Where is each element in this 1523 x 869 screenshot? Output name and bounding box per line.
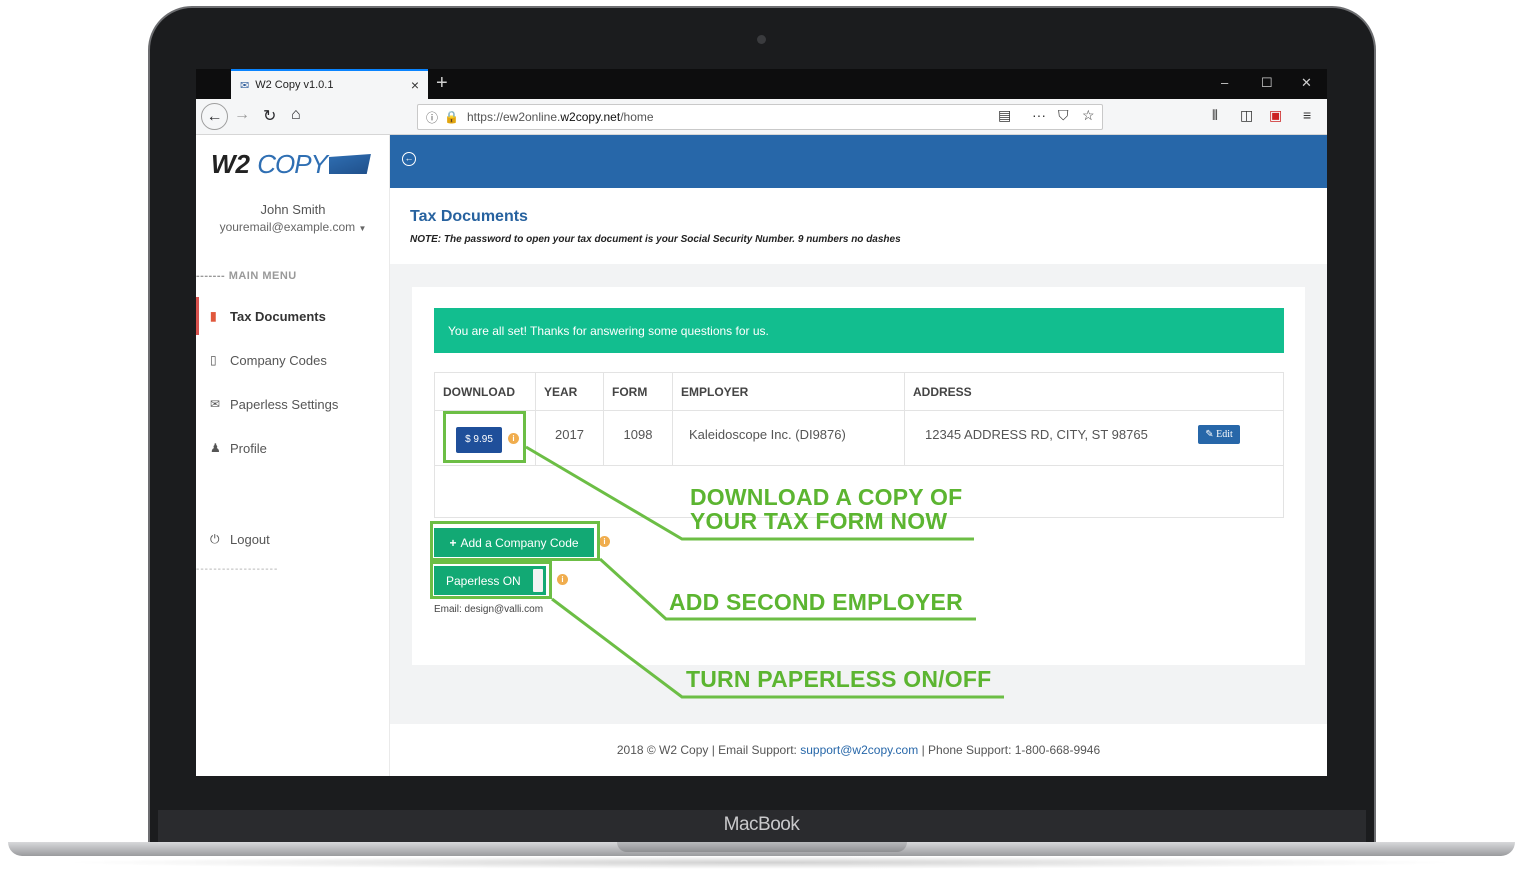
laptop-notch xyxy=(617,842,907,852)
add-employer-callout: ADD SECOND EMPLOYER xyxy=(669,589,963,615)
paperless-callout: TURN PAPERLESS ON/OFF xyxy=(686,666,992,692)
screen: ✉ W2 Copy v1.0.1 × + – ☐ ✕ ← → ↻ ⌂ ⓘ 🔒 h… xyxy=(196,69,1327,776)
laptop-shadow xyxy=(60,856,1460,869)
camera-dot xyxy=(757,35,766,44)
download-callout-line1: DOWNLOAD A COPY OF xyxy=(690,484,963,510)
download-callout-line2: YOUR TAX FORM NOW xyxy=(690,508,948,534)
download-callout: DOWNLOAD A COPY OF YOUR TAX FORM NOW xyxy=(690,485,962,533)
macbook-label: MacBook xyxy=(723,814,800,835)
